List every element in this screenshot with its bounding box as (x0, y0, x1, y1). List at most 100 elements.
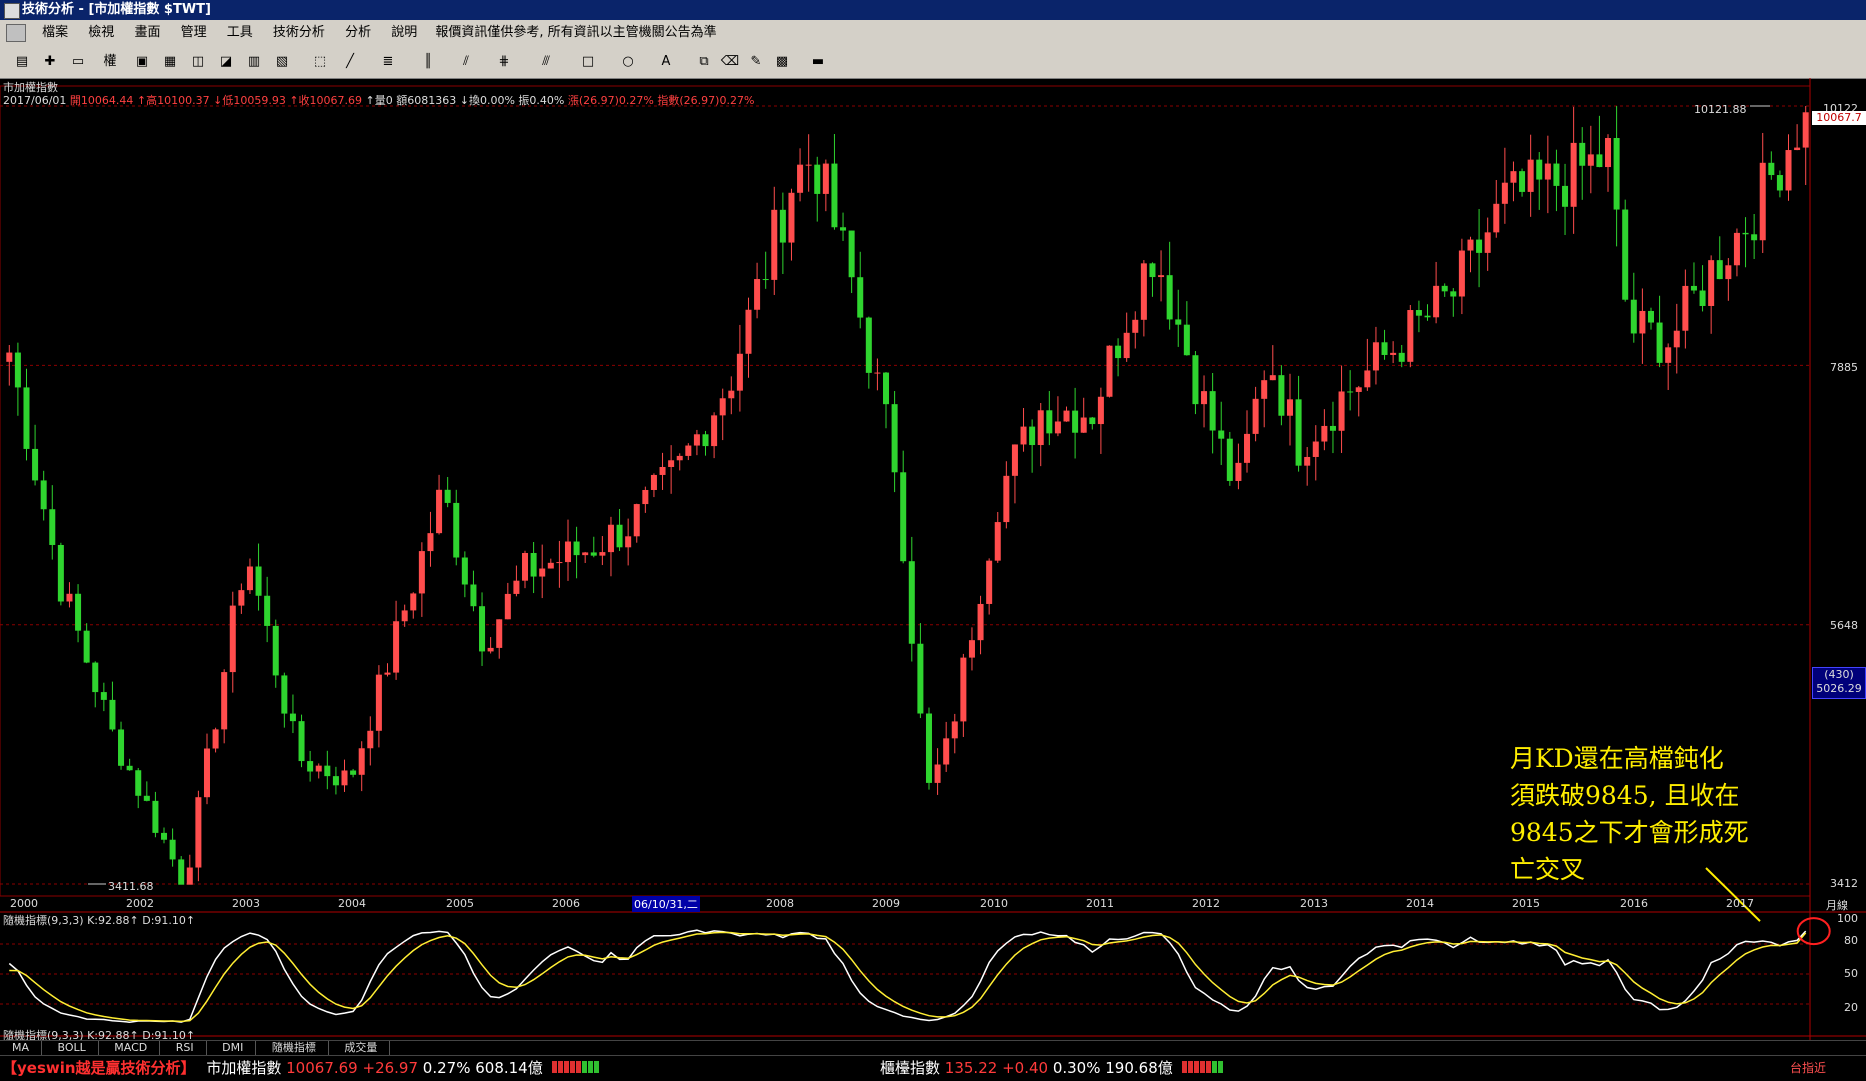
candle-body (83, 630, 90, 663)
menu-help[interactable]: 說明 (383, 20, 425, 46)
select-icon[interactable]: ⬚ (310, 52, 330, 72)
candle-body (1226, 438, 1233, 481)
candle-body (272, 625, 279, 676)
tab-rsi[interactable]: RSI (164, 1041, 207, 1055)
candle-body (874, 372, 881, 374)
candle-body (848, 230, 855, 278)
candle-body (444, 489, 451, 503)
layout-icon[interactable]: ▥ (244, 52, 264, 72)
y-tick-label: 5648 (1830, 619, 1858, 632)
candle-body (814, 164, 821, 194)
line-tool-icon[interactable]: ╱ (340, 52, 360, 72)
candle-body (246, 566, 253, 591)
candle-body (161, 832, 168, 840)
candle-body (393, 621, 400, 673)
menu-file[interactable]: 檔案 (34, 20, 76, 46)
edit-icon[interactable]: ✎ (746, 52, 766, 72)
candle-body (676, 455, 683, 461)
candle-body (685, 445, 692, 456)
x-tick-label: 2016 (1620, 897, 1648, 910)
last-price-tag: 10067.7 (1812, 111, 1866, 125)
candle-body (900, 472, 907, 562)
candle-body (513, 580, 520, 594)
tab-kd[interactable]: 隨機指標 (260, 1041, 329, 1055)
x-tick-label: 2010 (980, 897, 1008, 910)
text-icon[interactable]: A (656, 52, 676, 72)
tab-ma[interactable]: MA (0, 1041, 43, 1055)
candle-body (32, 448, 39, 481)
tab-macd[interactable]: MACD (102, 1041, 161, 1055)
candle-body (367, 730, 374, 749)
vlines-icon[interactable]: ║ (418, 52, 438, 72)
annotation-note: 月KD還在高檔鈍化 須跌破9845, 且收在 9845之下才會形成死 亡交叉 (1510, 740, 1810, 888)
menu-technical[interactable]: 技術分析 (265, 20, 333, 46)
crosshair-icon[interactable]: ✚ (40, 52, 60, 72)
menu-screen[interactable]: 畫面 (126, 20, 168, 46)
futures-label[interactable]: 台指近 (1790, 1056, 1826, 1081)
candle-body (1587, 154, 1594, 166)
x-tick-label: 2014 (1406, 897, 1434, 910)
candle-body (754, 279, 761, 310)
candle-body (470, 584, 477, 607)
x-tick-label: 2000 (10, 897, 38, 910)
candle-body (1398, 352, 1405, 362)
candle-body (1579, 142, 1586, 166)
tab-volume[interactable]: 成交量 (332, 1041, 391, 1055)
candle-body (1656, 322, 1663, 363)
candle-body (1364, 370, 1371, 388)
candle-body (453, 502, 460, 558)
cursor-price: 5026.29 (1816, 682, 1862, 695)
copy-icon[interactable]: ⧉ (694, 52, 714, 72)
candle-body (1106, 345, 1113, 397)
tab-dmi[interactable]: DMI (210, 1041, 257, 1055)
candle-body (745, 309, 752, 354)
menu-manage[interactable]: 管理 (173, 20, 215, 46)
candle-body (1278, 375, 1285, 416)
menu-tools[interactable]: 工具 (219, 20, 261, 46)
weight-icon[interactable]: 權 (100, 52, 120, 72)
candle-body (1596, 154, 1603, 168)
save-icon[interactable]: ▬ (808, 52, 828, 72)
color-icon[interactable]: ▣ (132, 52, 152, 72)
menu-view[interactable]: 檢視 (80, 20, 122, 46)
candle-body (1467, 239, 1474, 251)
fan-icon[interactable]: ⫽ (456, 52, 476, 72)
x-tick-label: 2012 (1192, 897, 1220, 910)
candle-body (1244, 433, 1251, 463)
kd-axis-label: 80 (1844, 934, 1858, 947)
candle-body (1312, 441, 1319, 457)
graph2-icon[interactable]: ◪ (216, 52, 236, 72)
candle-body (1355, 387, 1362, 392)
channel-icon[interactable]: ⋕ (494, 52, 514, 72)
candle-body (728, 390, 735, 399)
x-tick-label: 2013 (1300, 897, 1328, 910)
chart-icon[interactable]: ▤ (12, 52, 32, 72)
graph-icon[interactable]: ◫ (188, 52, 208, 72)
candle-body (762, 279, 769, 281)
candlestick-chart[interactable] (0, 78, 1866, 1040)
grid-icon[interactable]: ▦ (160, 52, 180, 72)
candle-body (264, 595, 271, 626)
low-annotation: 3411.68 (108, 880, 154, 893)
candle-body (1493, 203, 1500, 233)
candle-body (332, 776, 339, 786)
ohlc-info: 2017/06/01 開10064.44 ↑高10100.37 ↓低10059.… (3, 92, 754, 108)
eraser-icon[interactable]: ⌫ (720, 52, 740, 72)
candle-body (1570, 142, 1577, 207)
candle-body (1304, 456, 1311, 466)
ohlc-date: 2017/06/01 (3, 94, 67, 107)
taiex-name: 市加權指數 (206, 1059, 282, 1077)
cursor-value-box: (430) 5026.29 (1812, 667, 1866, 699)
window-icon[interactable]: ▭ (68, 52, 88, 72)
parallel-icon[interactable]: ⫻ (536, 52, 556, 72)
otc-value: 135.22 (944, 1059, 998, 1077)
rectangle-icon[interactable]: □ (578, 52, 598, 72)
candle-body (75, 593, 82, 631)
fib-icon[interactable]: ≣ (378, 52, 398, 72)
tab-boll[interactable]: BOLL (46, 1041, 99, 1055)
layout2-icon[interactable]: ▧ (272, 52, 292, 72)
circle-icon[interactable]: ○ (618, 52, 638, 72)
candle-body (100, 692, 107, 700)
menu-analysis[interactable]: 分析 (337, 20, 379, 46)
palette-icon[interactable]: ▩ (772, 52, 792, 72)
